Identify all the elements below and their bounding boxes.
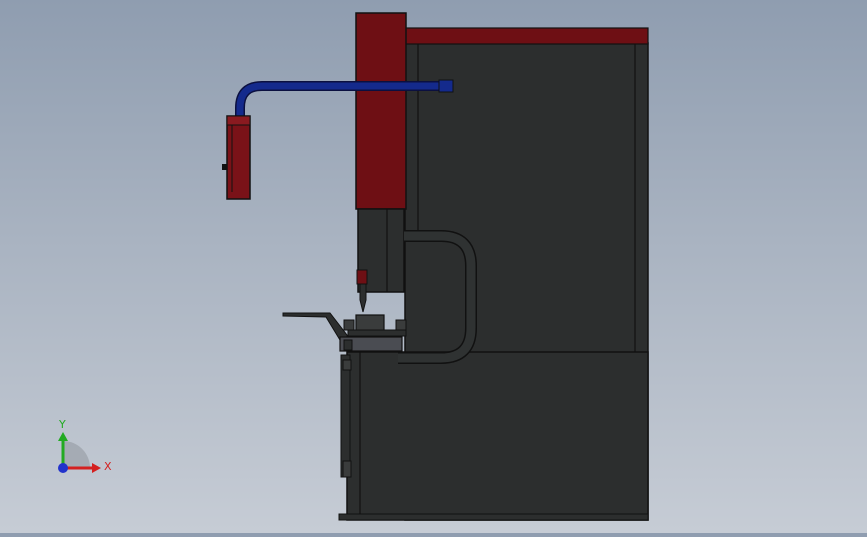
- bolster-clamp: [343, 339, 353, 351]
- cad-graphics-viewport[interactable]: X Y: [0, 0, 867, 533]
- upper-ram[interactable]: [355, 12, 407, 210]
- punch-tool: [359, 283, 367, 313]
- work-support-arm: [282, 312, 348, 341]
- x-axis-head: [92, 463, 101, 473]
- die-bolt-right: [395, 319, 407, 331]
- coordinate-triad: X Y: [58, 418, 112, 473]
- y-axis-head: [58, 432, 68, 441]
- pendant-top-cap: [226, 115, 251, 126]
- arm-end-cap: [438, 79, 454, 93]
- die-bolt-left: [343, 319, 355, 331]
- rail-bolt-top: [342, 359, 352, 371]
- die-rail: [347, 329, 407, 337]
- side-rail: [340, 354, 351, 478]
- x-axis-label: X: [104, 460, 112, 473]
- control-pendant[interactable]: [226, 115, 251, 200]
- rail-bolt-bottom: [342, 460, 352, 478]
- top-beam[interactable]: [404, 27, 649, 45]
- z-axis-origin: [58, 463, 68, 473]
- lower-frame[interactable]: [346, 351, 649, 521]
- triad-arc: [63, 441, 90, 468]
- punch-holder: [356, 269, 368, 285]
- y-axis-label: Y: [58, 418, 66, 431]
- press-brake-side-view: X Y: [58, 12, 649, 521]
- pendant-button: [222, 164, 227, 170]
- base-foot: [338, 513, 649, 521]
